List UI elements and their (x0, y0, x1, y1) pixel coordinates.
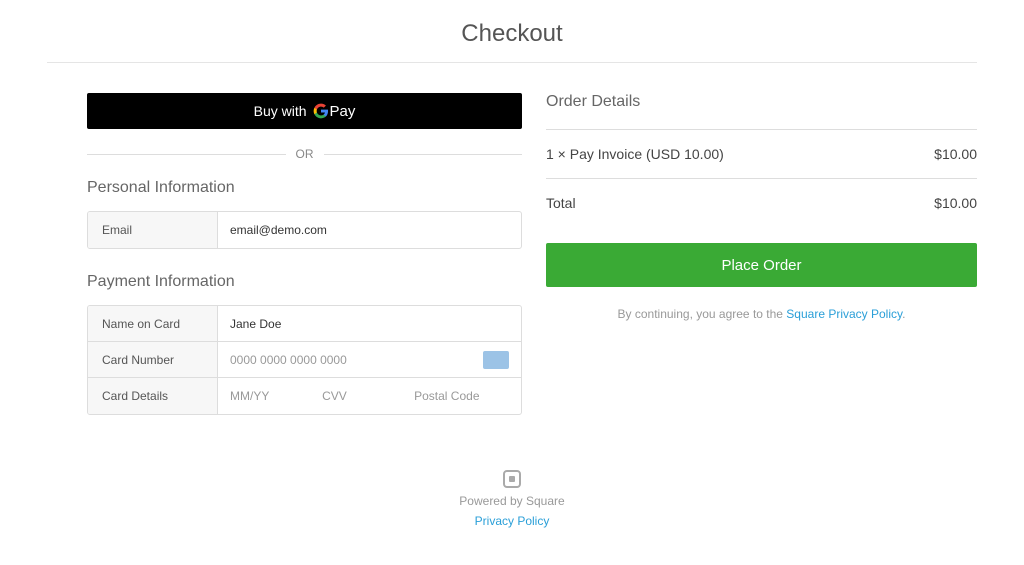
card-details-row: Card Details (88, 378, 521, 414)
name-on-card-row: Name on Card (88, 306, 521, 342)
name-on-card-label: Name on Card (88, 306, 218, 341)
order-total-row: Total $10.00 (546, 178, 977, 227)
powered-by-text: Powered by Square (47, 494, 977, 508)
checkout-form-column: Buy with Pay OR Personal Information (87, 93, 522, 439)
order-total-price: $10.00 (934, 195, 977, 211)
personal-info-heading: Personal Information (87, 179, 522, 197)
personal-info-group: Email (87, 211, 522, 249)
postal-code-field[interactable] (414, 381, 506, 411)
divider-line-right (324, 154, 523, 155)
or-text: OR (296, 147, 314, 161)
page-title: Checkout (47, 10, 977, 63)
order-total-label: Total (546, 195, 576, 211)
gpay-pay-word: Pay (330, 103, 356, 120)
footer-privacy-link[interactable]: Privacy Policy (475, 514, 550, 528)
square-privacy-policy-link[interactable]: Square Privacy Policy (786, 307, 902, 321)
consent-prefix: By continuing, you agree to the (618, 307, 787, 321)
square-logo-icon (503, 470, 521, 488)
divider-line-left (87, 154, 286, 155)
card-brand-icon (483, 351, 509, 369)
order-details-heading: Order Details (546, 93, 977, 111)
cvv-field[interactable] (322, 381, 414, 411)
or-divider: OR (87, 147, 522, 161)
order-line-item-price: $10.00 (934, 146, 977, 162)
order-line-item: 1 × Pay Invoice (USD 10.00) $10.00 (546, 129, 977, 178)
google-pay-logo: Pay (313, 103, 356, 120)
email-field[interactable] (230, 215, 509, 245)
gpay-buy-with-text: Buy with (254, 103, 307, 119)
card-number-row: Card Number (88, 342, 521, 378)
email-label: Email (88, 212, 218, 248)
email-row: Email (88, 212, 521, 248)
name-on-card-field[interactable] (230, 309, 509, 339)
place-order-button[interactable]: Place Order (546, 243, 977, 287)
payment-info-group: Name on Card Card Number Card Details (87, 305, 522, 415)
consent-text: By continuing, you agree to the Square P… (546, 307, 977, 321)
order-summary-column: Order Details 1 × Pay Invoice (USD 10.00… (546, 93, 977, 439)
footer: Powered by Square Privacy Policy (47, 469, 977, 530)
google-g-icon (313, 103, 329, 119)
expiry-field[interactable] (230, 381, 322, 411)
card-number-label: Card Number (88, 342, 218, 377)
payment-info-heading: Payment Information (87, 273, 522, 291)
card-details-label: Card Details (88, 378, 218, 414)
card-number-field[interactable] (230, 345, 475, 375)
order-line-item-label: 1 × Pay Invoice (USD 10.00) (546, 146, 724, 162)
google-pay-button[interactable]: Buy with Pay (87, 93, 522, 129)
consent-suffix: . (902, 307, 905, 321)
